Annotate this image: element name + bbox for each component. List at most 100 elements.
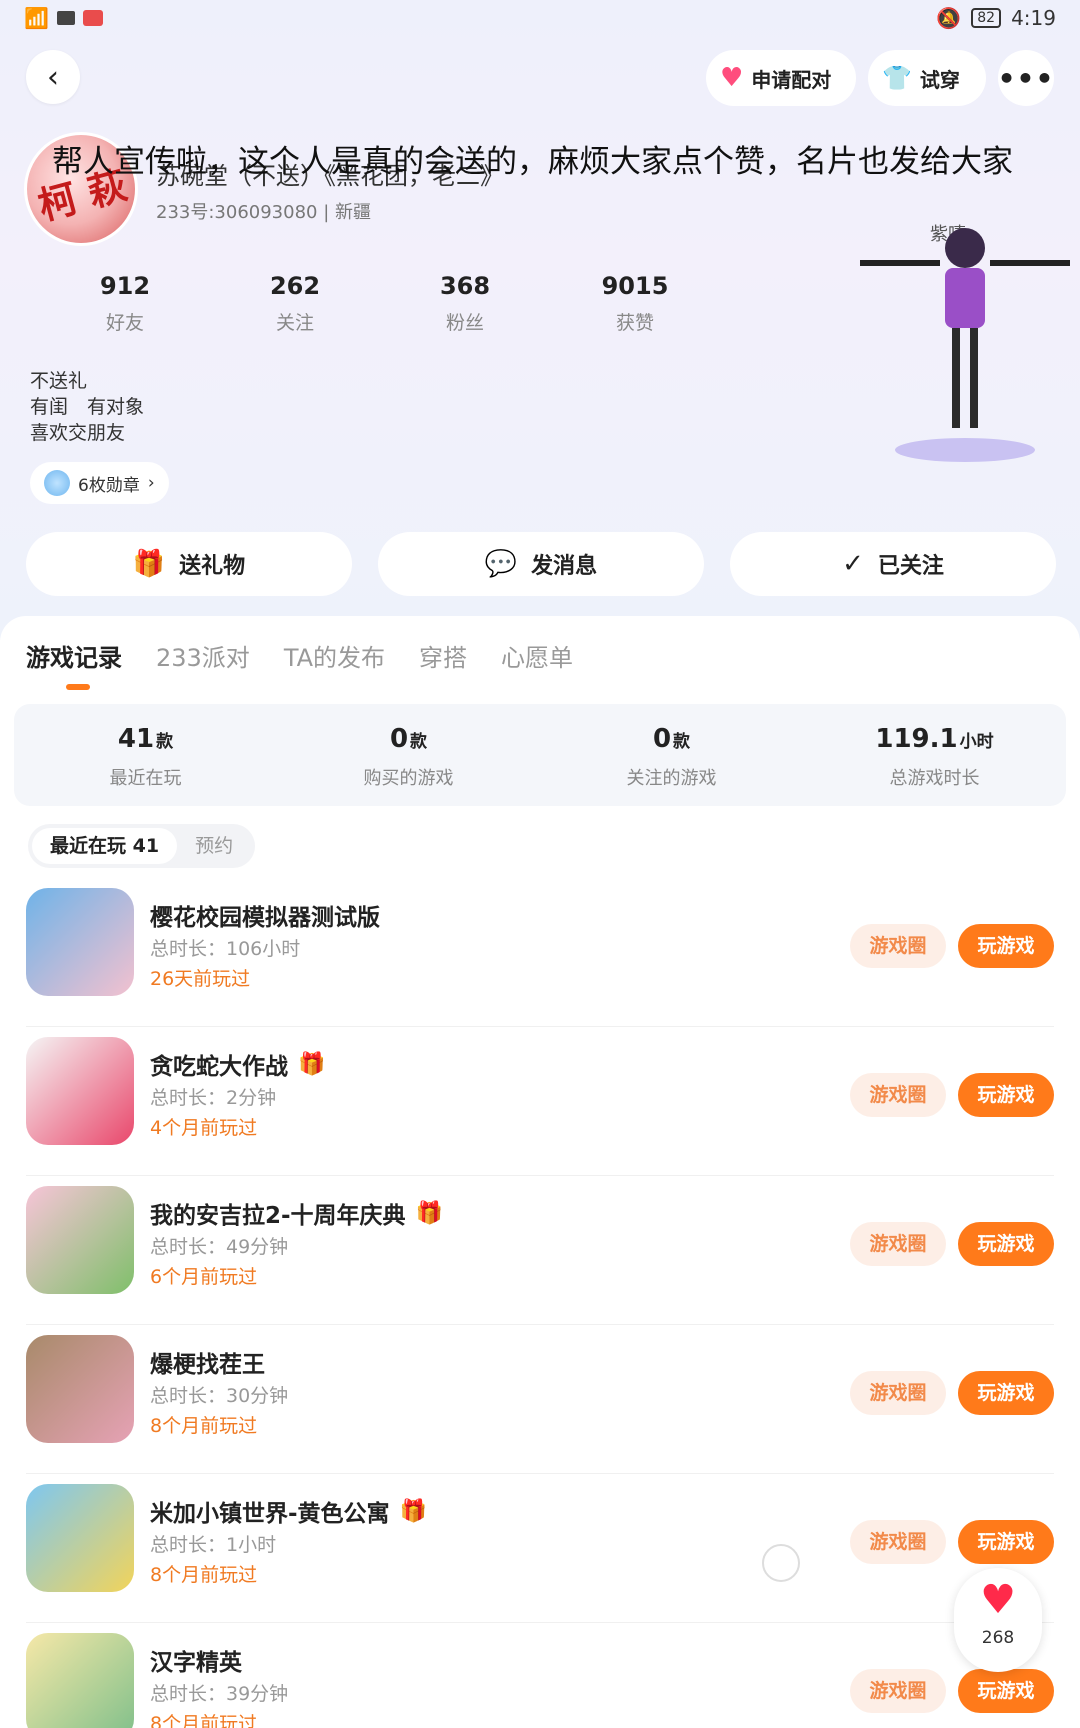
avatar-character-figure[interactable] — [860, 218, 1070, 468]
game-title-row: 爆梗找茬王 — [150, 1345, 265, 1379]
play-game-button[interactable]: 玩游戏 — [958, 924, 1054, 968]
like-count: 268 — [981, 1628, 1015, 1648]
summary-label: 购买的游戏 — [363, 768, 454, 789]
summary-recent[interactable]: 41 款 最近在玩 — [14, 704, 277, 806]
game-duration: 总时长：106小时 — [150, 938, 301, 960]
play-game-button[interactable]: 玩游戏 — [958, 1073, 1054, 1117]
summary-unit: 小时 — [959, 732, 994, 752]
game-list-item[interactable]: 我的安吉拉2-十周年庆典 🎁 总时长：49分钟 6个月前玩过 游戏圈 玩游戏 — [0, 1176, 1080, 1325]
more-options-button[interactable]: ••• — [998, 50, 1054, 106]
summary-label: 关注的游戏 — [626, 768, 717, 789]
game-circle-button[interactable]: 游戏圈 — [850, 1669, 946, 1713]
tab-outfits[interactable]: 穿搭 — [419, 638, 467, 673]
tab-posts[interactable]: TA的发布 — [284, 638, 385, 673]
game-icon[interactable] — [26, 1186, 134, 1294]
filter-recent[interactable]: 最近在玩 41 — [32, 828, 178, 864]
game-list-item[interactable]: 米加小镇世界-黄色公寓 🎁 总时长：1小时 8个月前玩过 游戏圈 玩游戏 — [0, 1474, 1080, 1623]
game-icon[interactable] — [26, 888, 134, 996]
bio-line: 有闺 有对象 — [30, 396, 145, 418]
game-list-item[interactable]: 汉字精英 总时长：39分钟 8个月前玩过 游戏圈 玩游戏 — [0, 1623, 1080, 1728]
game-circle-button[interactable]: 游戏圈 — [850, 1073, 946, 1117]
try-on-button[interactable]: 👕 试穿 — [868, 50, 986, 106]
game-title-row: 汉字精英 — [150, 1643, 242, 1677]
game-title-row: 贪吃蛇大作战 🎁 — [150, 1047, 325, 1081]
summary-followed-games[interactable]: 0款 关注的游戏 — [540, 704, 803, 806]
game-circle-button[interactable]: 游戏圈 — [850, 1222, 946, 1266]
game-title: 米加小镇世界-黄色公寓 — [150, 1501, 390, 1527]
app-notification-icon — [82, 10, 103, 26]
stat-label: 好友 — [105, 312, 144, 334]
stat-label: 粉丝 — [445, 312, 484, 334]
character-platform — [895, 438, 1035, 462]
game-summary: 41 款 最近在玩 0款 购买的游戏 0款 关注的游戏 119.1 小时 总游戏时长 — [14, 704, 1066, 806]
stat-likes[interactable]: 9015 获赞 — [550, 272, 720, 335]
game-circle-button[interactable]: 游戏圈 — [850, 1520, 946, 1564]
gift-box-icon: 🎁 — [399, 1498, 427, 1524]
game-icon[interactable] — [26, 1484, 134, 1592]
play-game-button[interactable]: 玩游戏 — [958, 1222, 1054, 1266]
stat-number: 262 — [269, 272, 321, 300]
play-game-button[interactable]: 玩游戏 — [958, 1520, 1054, 1564]
tab-game-records[interactable]: 游戏记录 — [26, 638, 122, 673]
game-duration: 总时长：39分钟 — [150, 1683, 289, 1705]
clock: 4:19 — [1011, 6, 1056, 30]
active-tab-indicator — [66, 684, 90, 690]
followed-button[interactable]: ✓ 已关注 — [730, 532, 1056, 596]
game-icon[interactable] — [26, 1633, 134, 1728]
heart-icon: ♥ — [980, 1577, 1016, 1623]
record-icon — [56, 11, 75, 25]
stat-friends[interactable]: 912 好友 — [40, 272, 210, 335]
chevron-right-icon: › — [147, 473, 155, 493]
game-icon[interactable] — [26, 1335, 134, 1443]
request-match-button[interactable]: ♥ 申请配对 — [706, 50, 856, 106]
summary-purchased[interactable]: 0款 购买的游戏 — [277, 704, 540, 806]
send-gift-button[interactable]: 🎁 送礼物 — [26, 532, 352, 596]
play-game-button[interactable]: 玩游戏 — [958, 1669, 1054, 1713]
character-leg-left — [952, 328, 960, 428]
game-list-item[interactable]: 爆梗找茬王 总时长：30分钟 8个月前玩过 游戏圈 玩游戏 — [0, 1325, 1080, 1474]
game-title: 我的安吉拉2-十周年庆典 — [150, 1203, 406, 1229]
game-title-row: 樱花校园模拟器测试版 — [150, 898, 380, 932]
shirt-icon: 👕 — [882, 64, 912, 92]
bio-line: 不送礼 — [30, 370, 88, 392]
game-list-item[interactable]: 樱花校园模拟器测试版 总时长：106小时 26天前玩过 游戏圈 玩游戏 — [0, 878, 1080, 1027]
mute-icon: 🔕 — [936, 6, 962, 30]
tab-wishlist[interactable]: 心愿单 — [501, 638, 573, 673]
like-button[interactable]: ♥ 268 — [954, 1568, 1042, 1672]
game-title: 汉字精英 — [150, 1650, 242, 1676]
more-dots-icon: ••• — [997, 61, 1055, 95]
stat-following[interactable]: 262 关注 — [210, 272, 380, 335]
game-last-played: 4个月前玩过 — [150, 1117, 258, 1139]
filter-reserved[interactable]: 预约 — [177, 828, 251, 864]
summary-number: 41 — [117, 724, 155, 754]
game-icon[interactable] — [26, 1037, 134, 1145]
overlay-caption: 帮人宣传啦，这个人是真的会送的，麻烦大家点个赞，名片也发给大家 — [52, 144, 1013, 180]
game-list-item[interactable]: 贪吃蛇大作战 🎁 总时长：2分钟 4个月前玩过 游戏圈 玩游戏 — [0, 1027, 1080, 1176]
play-game-button[interactable]: 玩游戏 — [958, 1371, 1054, 1415]
medal-icon — [44, 470, 70, 496]
stat-followers[interactable]: 368 粉丝 — [380, 272, 550, 335]
character-right-wing — [990, 260, 1070, 266]
summary-total-time[interactable]: 119.1 小时 总游戏时长 — [803, 704, 1066, 806]
status-bar: 📶 🔕 82 4:19 — [0, 0, 1080, 40]
tab-233-party[interactable]: 233派对 — [156, 638, 250, 673]
game-circle-button[interactable]: 游戏圈 — [850, 1371, 946, 1415]
status-left: 📶 — [24, 6, 103, 30]
game-title-row: 我的安吉拉2-十周年庆典 🎁 — [150, 1196, 443, 1230]
character-head — [945, 228, 985, 268]
character-leg-right — [970, 328, 978, 428]
game-last-played: 8个月前玩过 — [150, 1713, 258, 1728]
game-circle-button[interactable]: 游戏圈 — [850, 924, 946, 968]
followed-label: 已关注 — [877, 554, 944, 579]
summary-label: 总游戏时长 — [889, 768, 980, 789]
summary-label: 最近在玩 — [109, 768, 182, 789]
summary-number: 0 — [652, 724, 672, 754]
game-duration: 总时长：49分钟 — [150, 1236, 289, 1258]
back-button[interactable]: ‹ — [26, 50, 80, 104]
medals-button[interactable]: 6枚勋章 › — [30, 462, 169, 504]
request-match-label: 申请配对 — [751, 67, 832, 92]
profile-actions: 🎁 送礼物 💬 发消息 ✓ 已关注 — [26, 532, 1056, 596]
game-title: 樱花校园模拟器测试版 — [150, 905, 380, 931]
game-last-played: 8个月前玩过 — [150, 1564, 258, 1586]
send-message-button[interactable]: 💬 发消息 — [378, 532, 704, 596]
